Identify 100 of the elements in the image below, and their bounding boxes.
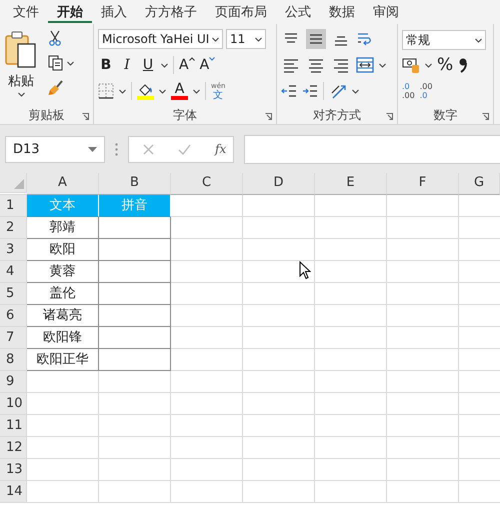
table-cell [99, 239, 171, 261]
dialog-launcher-icon[interactable] [482, 113, 489, 120]
caret-icon[interactable] [379, 62, 386, 68]
insert-function-button[interactable]: fx [215, 142, 226, 156]
clipboard-icon [4, 30, 38, 70]
caret-icon[interactable] [425, 62, 432, 68]
text-orientation-icon[interactable] [329, 83, 347, 99]
mouse-pointer-icon [299, 261, 311, 280]
dialog-launcher-icon[interactable] [265, 113, 272, 120]
table-cell: 欧阳 [27, 239, 99, 261]
center-icon [308, 57, 324, 73]
underline-button[interactable]: U [140, 57, 156, 73]
row-header[interactable]: 14 [0, 481, 27, 503]
row-header[interactable]: 11 [0, 415, 27, 437]
caret-icon[interactable] [352, 88, 359, 94]
table-cell: 郭靖 [27, 217, 99, 239]
row-header[interactable]: 3 [0, 239, 27, 261]
column-header[interactable]: E [315, 173, 387, 195]
row-header[interactable]: 4 [0, 261, 27, 283]
font-name-dropdown[interactable]: Microsoft YaHei UI [98, 29, 223, 49]
accounting-format-icon[interactable] [402, 57, 420, 73]
caret-icon[interactable] [119, 88, 126, 94]
caret-icon[interactable] [159, 88, 166, 94]
group-label: 剪贴板 [28, 106, 64, 124]
decrease-font-size-button[interactable]: A [200, 57, 216, 73]
increase-font-size-button[interactable]: A [179, 57, 195, 73]
caret-icon[interactable] [475, 38, 482, 42]
font-size-dropdown[interactable]: 11 [226, 29, 266, 49]
table-cell: 盖伦 [27, 283, 99, 305]
dialog-launcher-icon[interactable] [82, 113, 89, 120]
row-header[interactable]: 7 [0, 327, 27, 349]
scissors-icon[interactable] [48, 30, 62, 46]
number-format-dropdown[interactable]: 常规 [402, 30, 486, 50]
table-cell: 欧阳正华 [27, 349, 99, 371]
italic-button[interactable]: I [119, 57, 135, 73]
row-header[interactable]: 2 [0, 217, 27, 239]
comma-style-icon[interactable] [458, 57, 468, 73]
dropdown-arrow-icon[interactable] [88, 146, 97, 152]
font-color-button[interactable]: A [171, 82, 188, 100]
paintbrush-icon[interactable] [48, 80, 64, 96]
caret-icon[interactable] [212, 36, 219, 42]
caret-icon[interactable] [193, 88, 200, 94]
middle-align-button[interactable] [306, 29, 326, 49]
column-header[interactable]: A [27, 173, 99, 195]
align-right-icon [333, 57, 349, 73]
name-box[interactable]: D13 [5, 136, 105, 162]
caret-icon[interactable] [67, 60, 74, 66]
fill-color-icon[interactable] [137, 82, 154, 100]
borders-icon[interactable] [98, 83, 114, 99]
dialog-launcher-icon[interactable] [386, 113, 393, 120]
row-header[interactable]: 5 [0, 283, 27, 305]
caret-up-icon [188, 57, 195, 61]
column-header[interactable]: F [387, 173, 459, 195]
increase-decimal-button[interactable]: .0 .00 [402, 82, 415, 100]
group-label: 字体 [173, 106, 197, 124]
increase-indent-icon[interactable] [302, 83, 318, 99]
table-cell: 拼音 [99, 195, 171, 217]
ribbon-tab[interactable]: 公式 [276, 0, 320, 21]
check-icon[interactable] [178, 144, 191, 154]
ribbon-tab[interactable]: 数据 [320, 0, 364, 21]
formula-input[interactable] [244, 134, 500, 164]
column-header[interactable]: G [459, 173, 500, 195]
decrease-decimal-button[interactable]: .00 .0 [420, 82, 432, 100]
table-cell: 黄蓉 [27, 261, 99, 283]
caret-down-icon [209, 57, 216, 61]
caret-icon[interactable] [18, 92, 24, 97]
row-header[interactable]: 6 [0, 305, 27, 327]
table-cell [99, 217, 171, 239]
ribbon-tab[interactable]: 文件 [4, 0, 48, 21]
row-header[interactable]: 9 [0, 371, 27, 393]
paste-button[interactable]: 粘贴 [4, 28, 38, 106]
table-cell [99, 261, 171, 283]
ribbon-tab[interactable]: 方方格子 [136, 0, 206, 21]
ribbon-tab[interactable]: 审阅 [364, 0, 408, 21]
table-cell: 文本 [27, 195, 99, 217]
row-header[interactable]: 1 [0, 195, 27, 217]
table-cell: 欧阳锋 [27, 327, 99, 349]
column-header[interactable]: D [243, 173, 315, 195]
percent-style-button[interactable]: % [437, 55, 454, 75]
row-header[interactable]: 8 [0, 349, 27, 371]
copy-icon[interactable] [48, 55, 64, 71]
bold-button[interactable]: B [98, 57, 114, 73]
ribbon-tab[interactable]: 页面布局 [206, 0, 276, 21]
grip-icon [115, 142, 118, 156]
wrap-text-icon[interactable] [356, 31, 372, 47]
ribbon-tab[interactable]: 插入 [92, 0, 136, 21]
group-label: 对齐方式 [313, 106, 361, 124]
table-cell [99, 305, 171, 327]
row-header[interactable]: 12 [0, 437, 27, 459]
merge-cells-icon[interactable] [356, 57, 374, 73]
caret-icon[interactable] [255, 36, 262, 42]
align-left-icon [283, 57, 299, 73]
table-cell [99, 283, 171, 305]
column-header[interactable]: C [171, 173, 243, 195]
row-header[interactable]: 10 [0, 393, 27, 415]
decrease-indent-icon[interactable] [281, 83, 297, 99]
caret-icon[interactable] [161, 62, 168, 68]
column-header[interactable]: B [99, 173, 171, 195]
row-header[interactable]: 13 [0, 459, 27, 481]
table-cell [99, 327, 171, 349]
